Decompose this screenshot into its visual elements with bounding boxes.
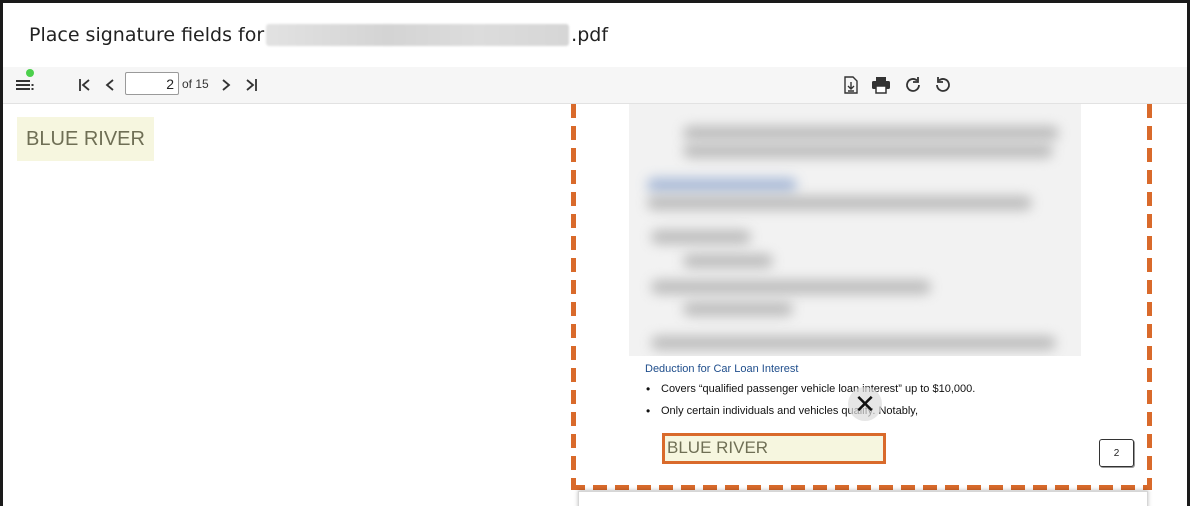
page-number-badge: 2	[1099, 439, 1134, 467]
print-icon[interactable]	[870, 73, 892, 97]
rotate-counterclockwise-icon[interactable]	[932, 73, 954, 97]
signature-field-chip[interactable]: BLUE RIVER	[17, 117, 154, 161]
page-number-input[interactable]	[125, 72, 179, 95]
dialog-title: Place signature fields for .pdf	[3, 3, 1187, 67]
rotate-clockwise-icon[interactable]	[902, 73, 924, 97]
redacted-content	[629, 104, 1081, 356]
redacted-filename	[266, 24, 570, 46]
page-border-right	[1147, 104, 1152, 488]
page-border-bottom	[571, 485, 1152, 490]
pdf-viewer[interactable]: Deduction for Car Loan Interest Covers “…	[571, 104, 1155, 506]
menu-icon[interactable]	[13, 73, 37, 97]
last-page-icon[interactable]	[242, 73, 260, 97]
title-suffix: .pdf	[571, 24, 609, 46]
status-dot-icon	[26, 69, 34, 77]
previous-page-icon[interactable]	[102, 73, 118, 97]
first-page-icon[interactable]	[76, 73, 94, 97]
close-icon[interactable]: ✕	[848, 387, 882, 421]
section-heading: Deduction for Car Loan Interest	[645, 363, 799, 375]
pdf-toolbar: of 15	[3, 67, 1187, 104]
placed-signature-field[interactable]: BLUE RIVER	[662, 433, 886, 464]
next-page-icon[interactable]	[218, 73, 234, 97]
next-page-preview	[578, 491, 1148, 506]
bullet-item: Covers “qualified passenger vehicle loan…	[646, 382, 975, 396]
page-count-label: of 15	[182, 77, 209, 91]
title-prefix: Place signature fields for	[29, 24, 265, 46]
download-icon[interactable]	[841, 73, 861, 97]
field-palette: BLUE RIVER	[3, 104, 571, 506]
app-frame: Place signature fields for .pdf of 15	[0, 0, 1190, 506]
page-border-left	[571, 104, 576, 488]
